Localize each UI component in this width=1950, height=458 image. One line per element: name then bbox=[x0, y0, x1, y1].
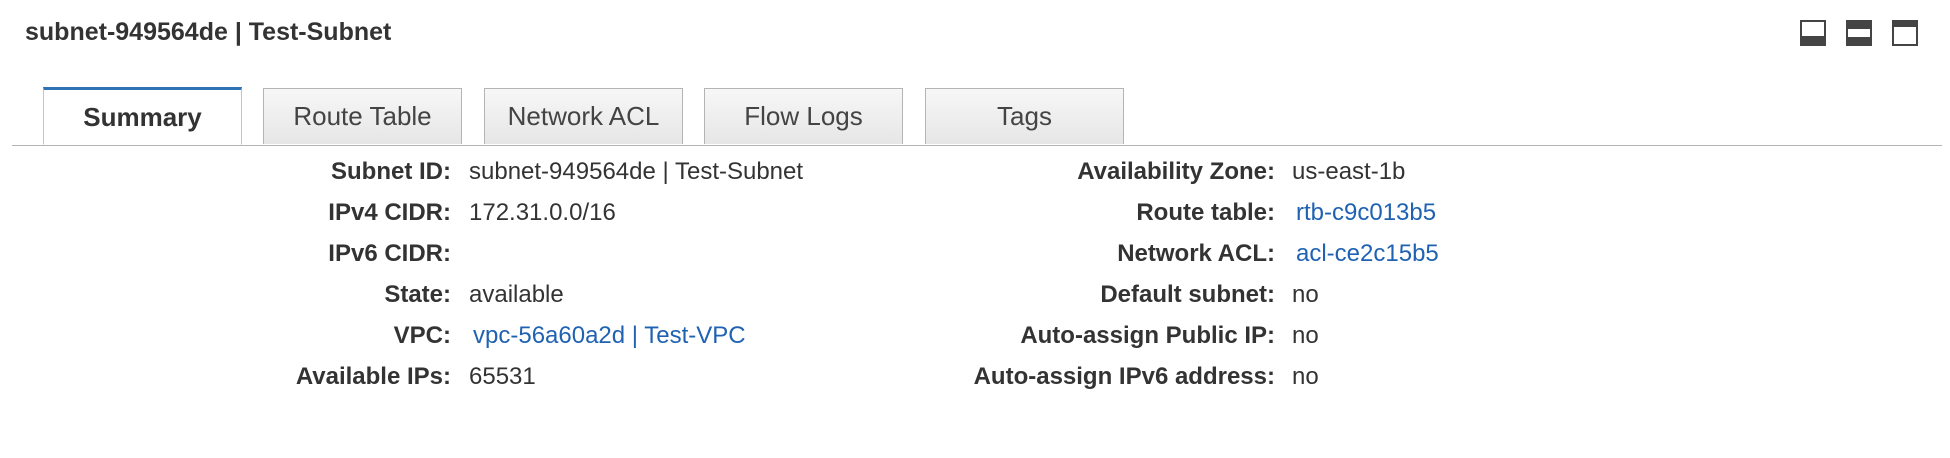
detail-label: Subnet ID: bbox=[331, 158, 451, 185]
detail-label: Auto-assign Public IP: bbox=[1020, 322, 1275, 349]
panel-split-icon[interactable] bbox=[1846, 20, 1872, 46]
tab-network-acl[interactable]: Network ACL bbox=[484, 88, 683, 144]
panel-layout-controls bbox=[1800, 20, 1918, 46]
tab-summary[interactable]: Summary bbox=[43, 87, 242, 145]
panel-bottom-icon[interactable] bbox=[1800, 20, 1826, 46]
tab-route-table[interactable]: Route Table bbox=[263, 88, 462, 144]
detail-label: Default subnet: bbox=[1100, 281, 1275, 308]
detail-label: Network ACL: bbox=[1117, 240, 1275, 267]
detail-label: VPC: bbox=[393, 322, 451, 349]
detail-value: us-east-1b bbox=[1292, 158, 1406, 185]
detail-label: State: bbox=[384, 281, 451, 308]
route-table-link[interactable]: rtb-c9c013b5 bbox=[1296, 199, 1436, 227]
detail-value: 172.31.0.0/16 bbox=[469, 199, 616, 226]
detail-value: no bbox=[1292, 322, 1319, 349]
detail-label: IPv6 CIDR: bbox=[328, 240, 451, 267]
tab-flow-logs[interactable]: Flow Logs bbox=[704, 88, 903, 144]
detail-label: Route table: bbox=[1136, 199, 1275, 226]
detail-label: Availability Zone: bbox=[1077, 158, 1275, 185]
page-title: subnet-949564de | Test-Subnet bbox=[25, 18, 392, 46]
detail-label: IPv4 CIDR: bbox=[328, 199, 451, 226]
tab-tags[interactable]: Tags bbox=[925, 88, 1124, 144]
tab-bar: Summary Route Table Network ACL Flow Log… bbox=[12, 87, 1942, 146]
detail-value: no bbox=[1292, 281, 1319, 308]
detail-value: 65531 bbox=[469, 363, 536, 390]
panel-full-icon[interactable] bbox=[1892, 20, 1918, 46]
network-acl-link[interactable]: acl-ce2c15b5 bbox=[1296, 240, 1439, 268]
detail-value: no bbox=[1292, 363, 1319, 390]
detail-label: Available IPs: bbox=[295, 363, 451, 390]
detail-label: Auto-assign IPv6 address: bbox=[973, 363, 1275, 390]
detail-value: available bbox=[469, 281, 564, 308]
